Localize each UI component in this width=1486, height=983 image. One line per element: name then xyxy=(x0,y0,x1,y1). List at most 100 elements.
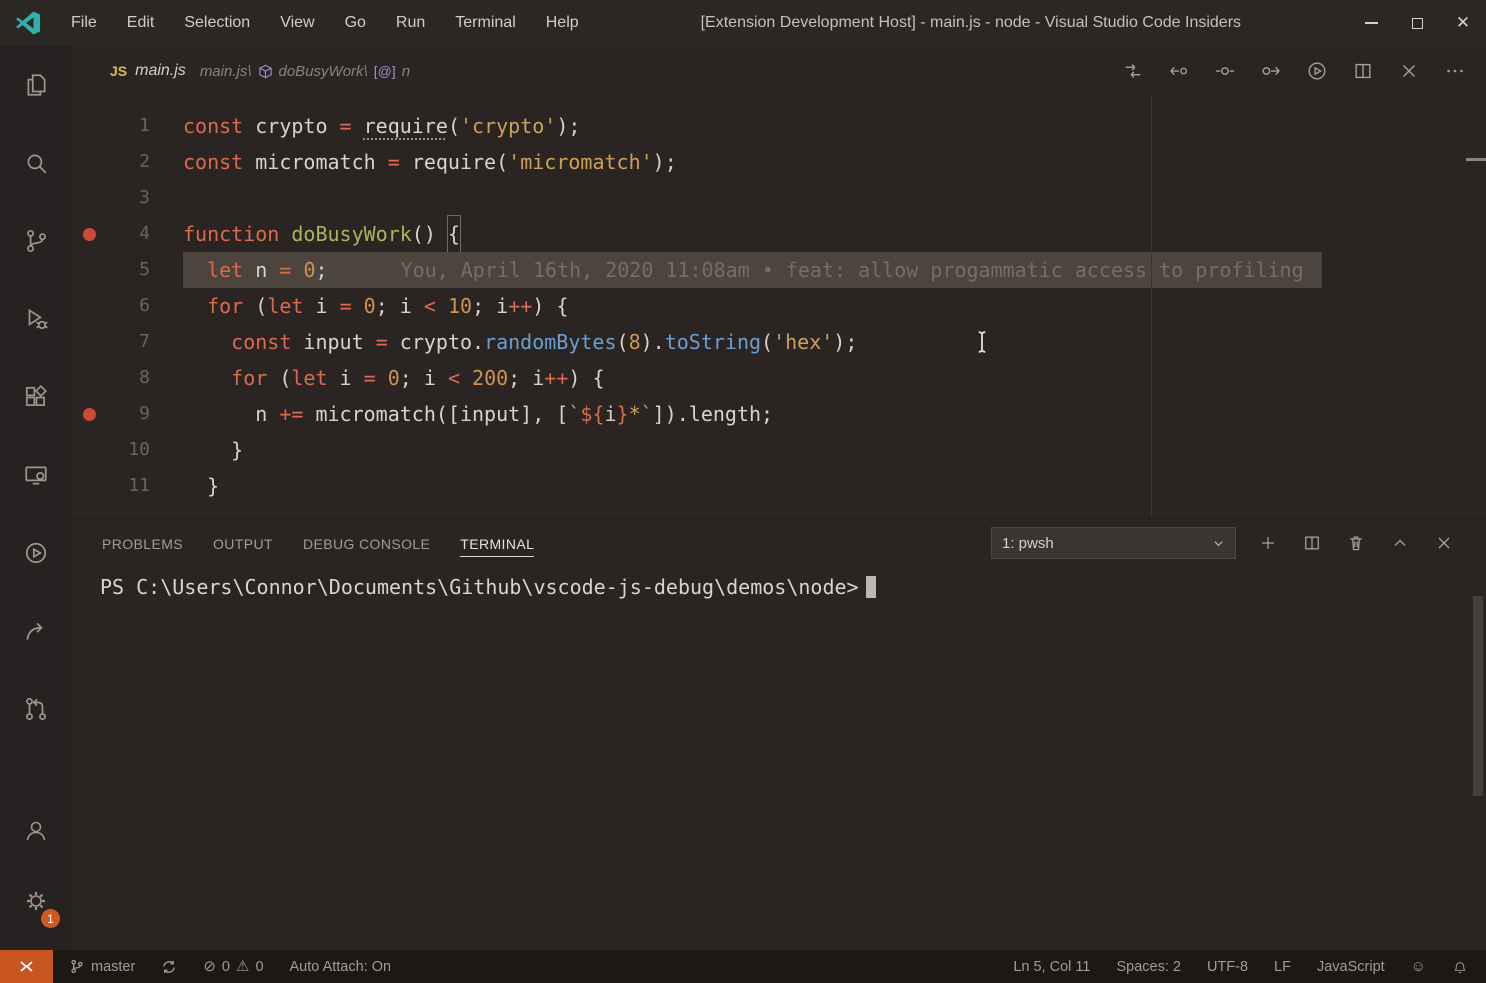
code-line-7[interactable]: 7 const input = crypto.randomBytes(8).to… xyxy=(72,324,1486,360)
step-back-icon xyxy=(1168,60,1190,82)
breakpoint-gutter[interactable] xyxy=(72,144,106,180)
breakpoint-icon[interactable] xyxy=(72,216,106,252)
problems-item[interactable]: ⊘ 0 ⚠ 0 xyxy=(203,959,263,975)
play-circle-icon xyxy=(23,540,49,566)
github-pr-button[interactable] xyxy=(0,670,72,748)
menu-edit[interactable]: Edit xyxy=(112,0,170,46)
open-changes-button[interactable] xyxy=(1110,48,1156,94)
breakpoint-gutter[interactable] xyxy=(72,432,106,468)
panel-tabs: PROBLEMS OUTPUT DEBUG CONSOLE TERMINAL xyxy=(102,530,534,557)
code-line-1[interactable]: 1const crypto = require('crypto'); xyxy=(72,108,1486,144)
debug-alt-button[interactable] xyxy=(0,514,72,592)
code-line-3[interactable]: 3 xyxy=(72,180,1486,216)
code-line-11[interactable]: 11 } xyxy=(72,468,1486,504)
branch-name: master xyxy=(91,959,135,975)
code-editor[interactable]: 1const crypto = require('crypto');2const… xyxy=(72,96,1486,518)
minimize-button[interactable] xyxy=(1348,0,1394,46)
tab-terminal[interactable]: TERMINAL xyxy=(460,530,534,557)
new-terminal-button[interactable] xyxy=(1246,521,1290,565)
menu-run[interactable]: Run xyxy=(381,0,440,46)
code-line-10[interactable]: 10 } xyxy=(72,432,1486,468)
step-over-button[interactable] xyxy=(1202,48,1248,94)
tab-problems[interactable]: PROBLEMS xyxy=(102,530,183,557)
live-share-button[interactable] xyxy=(0,592,72,670)
explorer-button[interactable] xyxy=(0,46,72,124)
source-control-icon xyxy=(23,228,49,254)
feedback-smiley-icon: ☺ xyxy=(1411,959,1426,974)
more-actions-button[interactable] xyxy=(1432,48,1478,94)
menu-go[interactable]: Go xyxy=(330,0,381,46)
menu-view[interactable]: View xyxy=(265,0,329,46)
account-button[interactable] xyxy=(0,796,72,866)
maximize-button[interactable] xyxy=(1394,0,1440,46)
terminal-scrollbar[interactable] xyxy=(1473,596,1483,796)
remote-indicator[interactable] xyxy=(0,950,53,983)
code-line-5[interactable]: 5 let n = 0;You, April 16th, 2020 11:08a… xyxy=(72,252,1486,288)
kill-terminal-button[interactable] xyxy=(1334,521,1378,565)
more-actions-icon xyxy=(1444,60,1466,82)
split-editor-button[interactable] xyxy=(1340,48,1386,94)
line-content: for (let i = 0; i < 10; i++) { xyxy=(183,288,568,324)
menu-file[interactable]: File xyxy=(56,0,112,46)
code-line-6[interactable]: 6 for (let i = 0; i < 10; i++) { xyxy=(72,288,1486,324)
step-back-button[interactable] xyxy=(1156,48,1202,94)
settings-button[interactable]: 1 xyxy=(0,866,72,936)
breadcrumb-symbol-function[interactable]: doBusyWork\ xyxy=(279,63,368,80)
trash-icon xyxy=(1346,533,1366,553)
breakpoint-gutter[interactable] xyxy=(72,324,106,360)
line-content: n += micromatch([input], [`${i}*`]).leng… xyxy=(183,396,773,432)
encoding-item[interactable]: UTF-8 xyxy=(1207,959,1248,975)
breadcrumb-path-file[interactable]: main.js\ xyxy=(200,63,252,80)
close-editor-button[interactable] xyxy=(1386,48,1432,94)
menu-terminal[interactable]: Terminal xyxy=(440,0,530,46)
sync-icon xyxy=(161,959,177,975)
breakpoint-gutter[interactable] xyxy=(72,360,106,396)
terminal-shell-select[interactable]: 1: pwsh xyxy=(991,527,1236,559)
breadcrumb-symbol-variable[interactable]: n xyxy=(402,63,410,80)
explorer-icon xyxy=(23,72,49,98)
feedback-button[interactable]: ☺ xyxy=(1411,959,1426,974)
notifications-button[interactable] xyxy=(1452,959,1468,975)
maximize-panel-button[interactable] xyxy=(1378,521,1422,565)
split-terminal-button[interactable] xyxy=(1290,521,1334,565)
breakpoint-gutter[interactable] xyxy=(72,468,106,504)
code-line-8[interactable]: 8 for (let i = 0; i < 200; i++) { xyxy=(72,360,1486,396)
sync-button[interactable] xyxy=(161,959,177,975)
breakpoint-gutter[interactable] xyxy=(72,108,106,144)
tab-output[interactable]: OUTPUT xyxy=(213,530,273,557)
search-icon xyxy=(23,150,49,176)
menu-selection[interactable]: Selection xyxy=(169,0,265,46)
terminal-prompt: PS C:\Users\Connor\Documents\Github\vsco… xyxy=(100,575,859,599)
breadcrumb-filename[interactable]: main.js xyxy=(135,62,186,80)
code-line-4[interactable]: 4function doBusyWork() { xyxy=(72,216,1486,252)
line-number: 1 xyxy=(106,108,150,144)
breakpoint-icon[interactable] xyxy=(72,396,106,432)
breakpoint-gutter[interactable] xyxy=(72,180,106,216)
language-label: JavaScript xyxy=(1317,959,1385,975)
tab-debug-console[interactable]: DEBUG CONSOLE xyxy=(303,530,430,557)
source-control-button[interactable] xyxy=(0,202,72,280)
run-profile-button[interactable] xyxy=(1294,48,1340,94)
close-panel-button[interactable] xyxy=(1422,521,1466,565)
search-button[interactable] xyxy=(0,124,72,202)
auto-attach-item[interactable]: Auto Attach: On xyxy=(290,959,392,975)
code-line-9[interactable]: 9 n += micromatch([input], [`${i}*`]).le… xyxy=(72,396,1486,432)
mouse-cursor-ibeam xyxy=(975,330,989,354)
indentation-item[interactable]: Spaces: 2 xyxy=(1116,959,1181,975)
code-line-2[interactable]: 2const micromatch = require('micromatch'… xyxy=(72,144,1486,180)
branch-item[interactable]: master xyxy=(69,958,135,975)
breakpoint-gutter[interactable] xyxy=(72,288,106,324)
indentation-label: Spaces: 2 xyxy=(1116,959,1181,975)
remote-explorer-button[interactable] xyxy=(0,436,72,514)
pull-request-icon xyxy=(23,696,49,722)
breakpoint-gutter[interactable] xyxy=(72,252,106,288)
extensions-button[interactable] xyxy=(0,358,72,436)
eol-item[interactable]: LF xyxy=(1274,959,1291,975)
step-out-button[interactable] xyxy=(1248,48,1294,94)
close-window-button[interactable]: ✕ xyxy=(1440,0,1486,46)
cursor-position-item[interactable]: Ln 5, Col 11 xyxy=(1013,959,1090,975)
menu-help[interactable]: Help xyxy=(531,0,594,46)
terminal-view[interactable]: PS C:\Users\Connor\Documents\Github\vsco… xyxy=(72,567,1486,950)
run-debug-button[interactable] xyxy=(0,280,72,358)
language-mode-item[interactable]: JavaScript xyxy=(1317,959,1385,975)
